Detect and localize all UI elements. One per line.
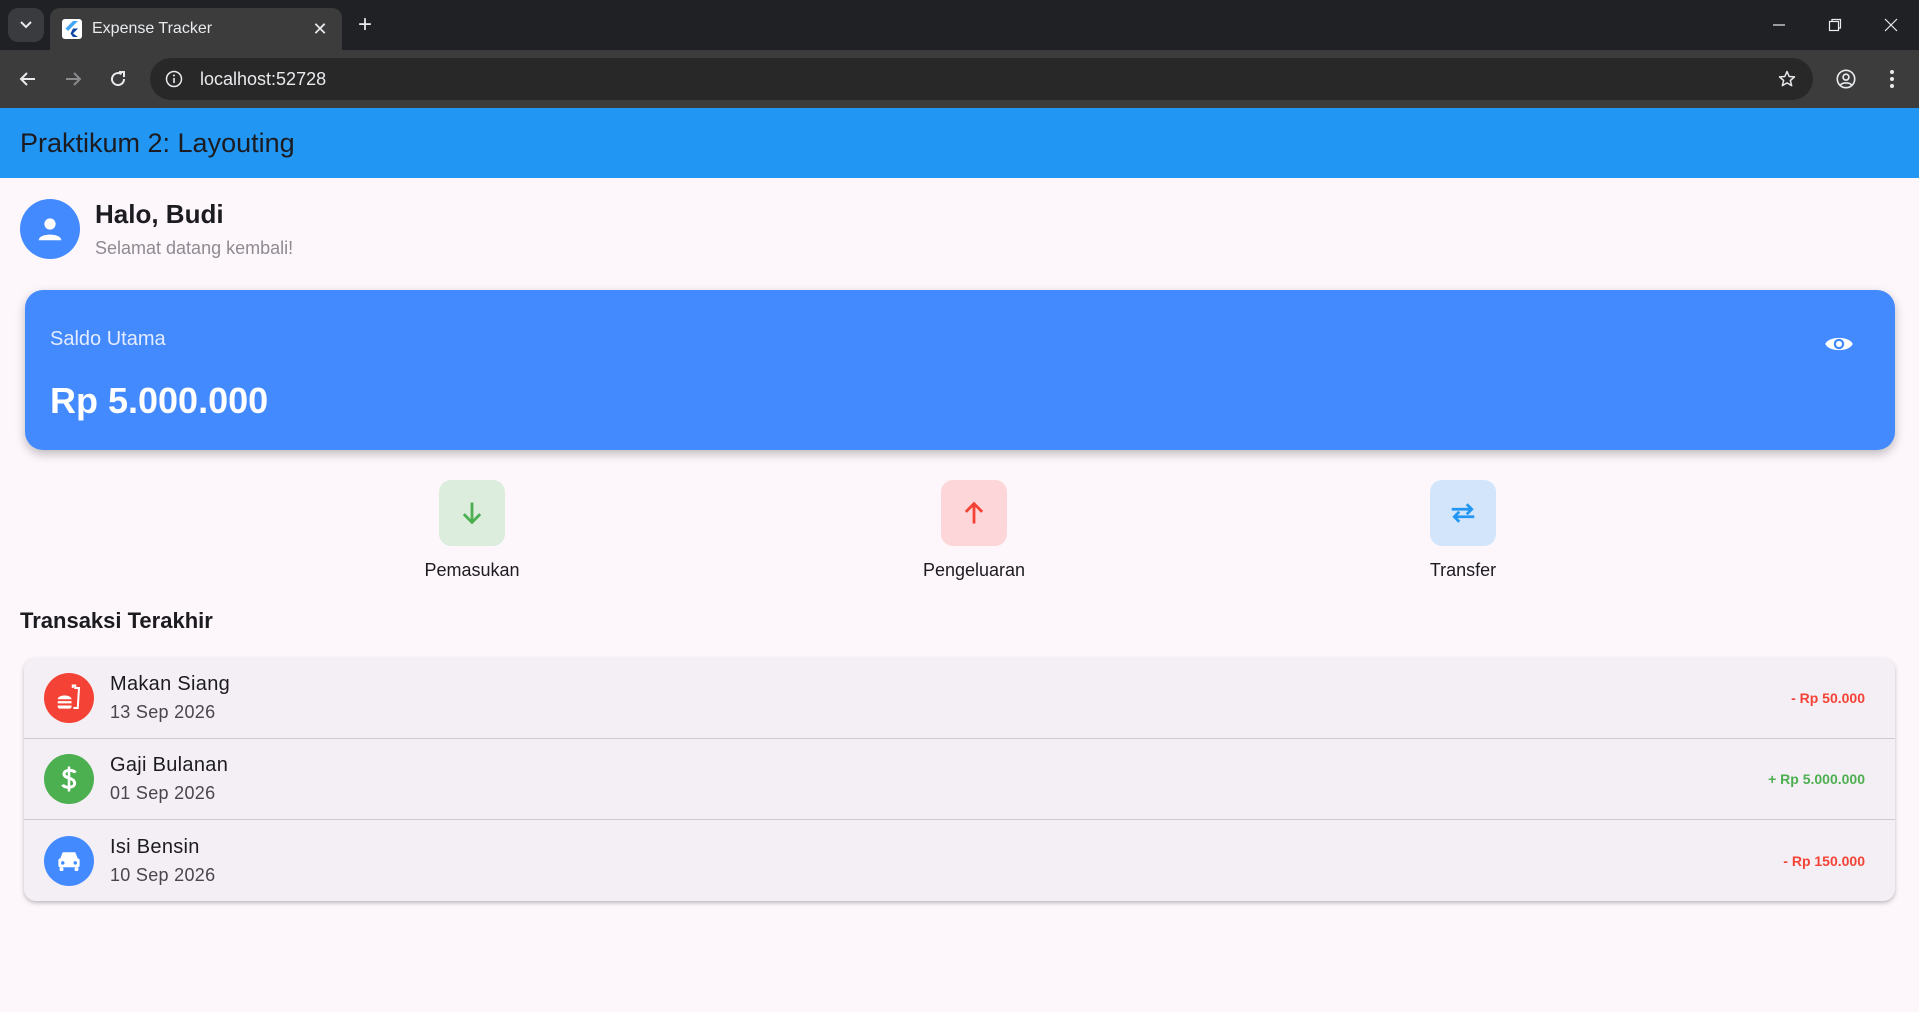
person-icon <box>38 218 62 241</box>
car-icon <box>44 835 94 886</box>
income-label: Pemasukan <box>424 560 520 580</box>
app-bar: Praktikum 2: Layouting <box>0 108 1919 178</box>
arrow-left-icon <box>19 72 35 86</box>
star-icon[interactable] <box>1775 67 1799 91</box>
transaction-row[interactable]: Isi Bensin 10 Sep 2026 - Rp 150.000 <box>24 820 1895 901</box>
browser-toolbar: localhost:52728 <box>0 50 1919 108</box>
restore-icon <box>1828 18 1842 32</box>
balance-card: Saldo Utama Rp 5.000.000 <box>25 290 1895 450</box>
arrow-up-icon <box>964 501 984 524</box>
transaction-row[interactable]: Makan Siang 13 Sep 2026 - Rp 50.000 <box>24 658 1895 739</box>
new-tab-button[interactable]: + <box>352 12 378 38</box>
minimize-button[interactable] <box>1751 0 1807 50</box>
minimize-icon <box>1773 24 1785 26</box>
url-text[interactable]: localhost:52728 <box>200 69 1775 90</box>
tab-title: Expense Tracker <box>92 20 213 37</box>
more-vert-icon <box>1890 70 1894 88</box>
transaction-amount: - Rp 50.000 <box>1791 690 1865 706</box>
expense-action[interactable]: Pengeluaran <box>894 480 1054 581</box>
fastfood-icon <box>44 673 94 723</box>
arrow-down-icon <box>462 502 482 525</box>
greeting-subtitle: Selamat datang kembali! <box>95 238 294 258</box>
income-action[interactable]: Pemasukan <box>392 480 552 581</box>
transfer-label: Transfer <box>1429 560 1497 580</box>
transaction-title: Gaji Bulanan <box>110 754 229 776</box>
transaction-date: 13 Sep 2026 <box>110 702 216 722</box>
transfer-action[interactable]: Transfer <box>1383 480 1543 581</box>
recent-transactions-title: Transaksi Terakhir <box>20 608 213 633</box>
restore-button[interactable] <box>1807 0 1863 50</box>
greeting-section: Halo, Budi Selamat datang kembali! <box>20 199 293 259</box>
transaction-date: 10 Sep 2026 <box>110 864 216 885</box>
account-circle-icon <box>1836 69 1856 89</box>
browser-tab[interactable]: Expense Tracker ✕ <box>50 8 342 50</box>
browser-menu-button[interactable] <box>1878 65 1906 93</box>
close-icon <box>1884 18 1898 32</box>
transaction-list: Makan Siang 13 Sep 2026 - Rp 50.000 Gaji… <box>24 658 1895 901</box>
income-button[interactable] <box>439 480 505 546</box>
expense-label: Pengeluaran <box>922 560 1026 580</box>
back-button[interactable] <box>14 65 42 93</box>
address-bar[interactable]: localhost:52728 <box>150 58 1813 100</box>
dollar-icon <box>44 754 94 804</box>
window-controls <box>1751 0 1919 50</box>
close-tab-icon[interactable]: ✕ <box>310 19 330 40</box>
avatar <box>20 199 80 259</box>
reload-icon <box>111 71 126 87</box>
balance-amount: Rp 5.000.000 <box>50 380 269 421</box>
transaction-date: 01 Sep 2026 <box>110 783 216 803</box>
transaction-title: Makan Siang <box>110 673 231 695</box>
greeting-name: Halo, Budi <box>95 199 224 229</box>
tab-search-button[interactable] <box>8 8 44 42</box>
reload-button[interactable] <box>104 65 132 93</box>
expense-button[interactable] <box>941 480 1007 546</box>
flutter-icon <box>62 19 82 39</box>
chevron-down-icon <box>20 21 32 29</box>
swap-icon <box>1451 503 1475 523</box>
transaction-amount: - Rp 150.000 <box>1783 852 1865 869</box>
profile-button[interactable] <box>1832 65 1860 93</box>
transaction-amount: + Rp 5.000.000 <box>1768 771 1865 787</box>
balance-label: Saldo Utama <box>50 328 166 350</box>
arrow-right-icon <box>66 72 82 86</box>
transaction-row[interactable]: Gaji Bulanan 01 Sep 2026 + Rp 5.000.000 <box>24 739 1895 820</box>
forward-button[interactable] <box>59 65 87 93</box>
transfer-button[interactable] <box>1430 480 1496 546</box>
page-title: Praktikum 2: Layouting <box>20 127 295 158</box>
browser-tab-bar: Expense Tracker ✕ + <box>0 0 1919 50</box>
info-icon[interactable] <box>164 69 184 89</box>
transaction-title: Isi Bensin <box>110 835 200 858</box>
visibility-icon[interactable] <box>1823 328 1855 360</box>
close-window-button[interactable] <box>1863 0 1919 50</box>
